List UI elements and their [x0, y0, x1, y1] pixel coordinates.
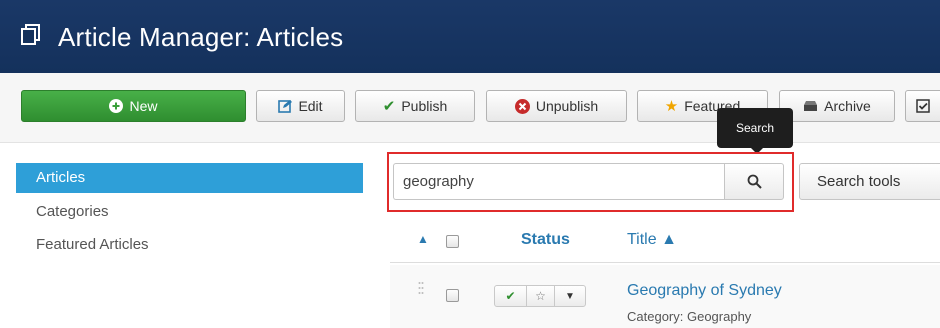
actions-dropdown[interactable]: ▼: [555, 286, 585, 306]
edit-button[interactable]: Edit: [256, 90, 345, 122]
search-tooltip: Search: [717, 108, 793, 154]
title-column-header[interactable]: Title ▲: [627, 231, 677, 249]
table-row: ✔ ☆ ▼ Geography of Sydney Category: Geog…: [390, 265, 940, 328]
publish-button-label: Publish: [401, 98, 448, 114]
toolbar: New Edit ✔ Publish Unpublish ★ Featured …: [0, 73, 940, 143]
archive-button-label: Archive: [824, 98, 871, 114]
new-button[interactable]: New: [21, 90, 246, 122]
search-input[interactable]: geography: [393, 163, 725, 200]
copy-icon: [21, 24, 40, 45]
archive-button[interactable]: Archive: [779, 90, 895, 122]
sidebar: Articles Categories Featured Articles: [16, 163, 363, 262]
publish-button[interactable]: ✔ Publish: [355, 90, 475, 122]
table-header: ▲ Status Title ▲: [390, 220, 940, 263]
status-controls: ✔ ☆ ▼: [494, 285, 586, 307]
search-tools-button[interactable]: Search tools: [799, 163, 940, 200]
unpublish-button-label: Unpublish: [535, 98, 599, 114]
check-in-button[interactable]: [905, 90, 940, 122]
article-category: Category: Geography: [627, 309, 752, 324]
archive-icon: [804, 101, 818, 111]
edit-icon: [278, 100, 293, 113]
ordering-sort-icon[interactable]: ▲: [417, 232, 429, 246]
unpublish-button[interactable]: Unpublish: [486, 90, 627, 122]
sidebar-item-featured-articles[interactable]: Featured Articles: [16, 229, 363, 262]
edit-button-label: Edit: [298, 98, 323, 114]
star-icon: ★: [664, 98, 679, 115]
article-title-link[interactable]: Geography of Sydney: [627, 282, 782, 300]
select-all-checkbox[interactable]: [446, 235, 459, 248]
sidebar-item-categories[interactable]: Categories: [16, 196, 363, 229]
featured-toggle[interactable]: ☆: [527, 286, 555, 306]
search-icon: [747, 174, 762, 189]
checkbox-icon: [916, 99, 930, 113]
plus-circle-icon: [109, 99, 124, 113]
search-button[interactable]: [724, 163, 784, 200]
new-button-label: New: [129, 98, 158, 114]
x-circle-icon: [514, 98, 530, 114]
row-checkbox[interactable]: [446, 289, 459, 302]
search-tools-label: Search tools: [817, 173, 901, 190]
page-title: Article Manager: Articles: [58, 22, 344, 52]
published-toggle[interactable]: ✔: [495, 286, 527, 306]
status-column-header[interactable]: Status: [521, 231, 570, 249]
page-header: Article Manager: Articles: [0, 0, 940, 73]
check-icon: ✔: [382, 98, 396, 115]
drag-handle-icon[interactable]: [418, 281, 424, 295]
sidebar-item-articles[interactable]: Articles: [16, 163, 363, 193]
